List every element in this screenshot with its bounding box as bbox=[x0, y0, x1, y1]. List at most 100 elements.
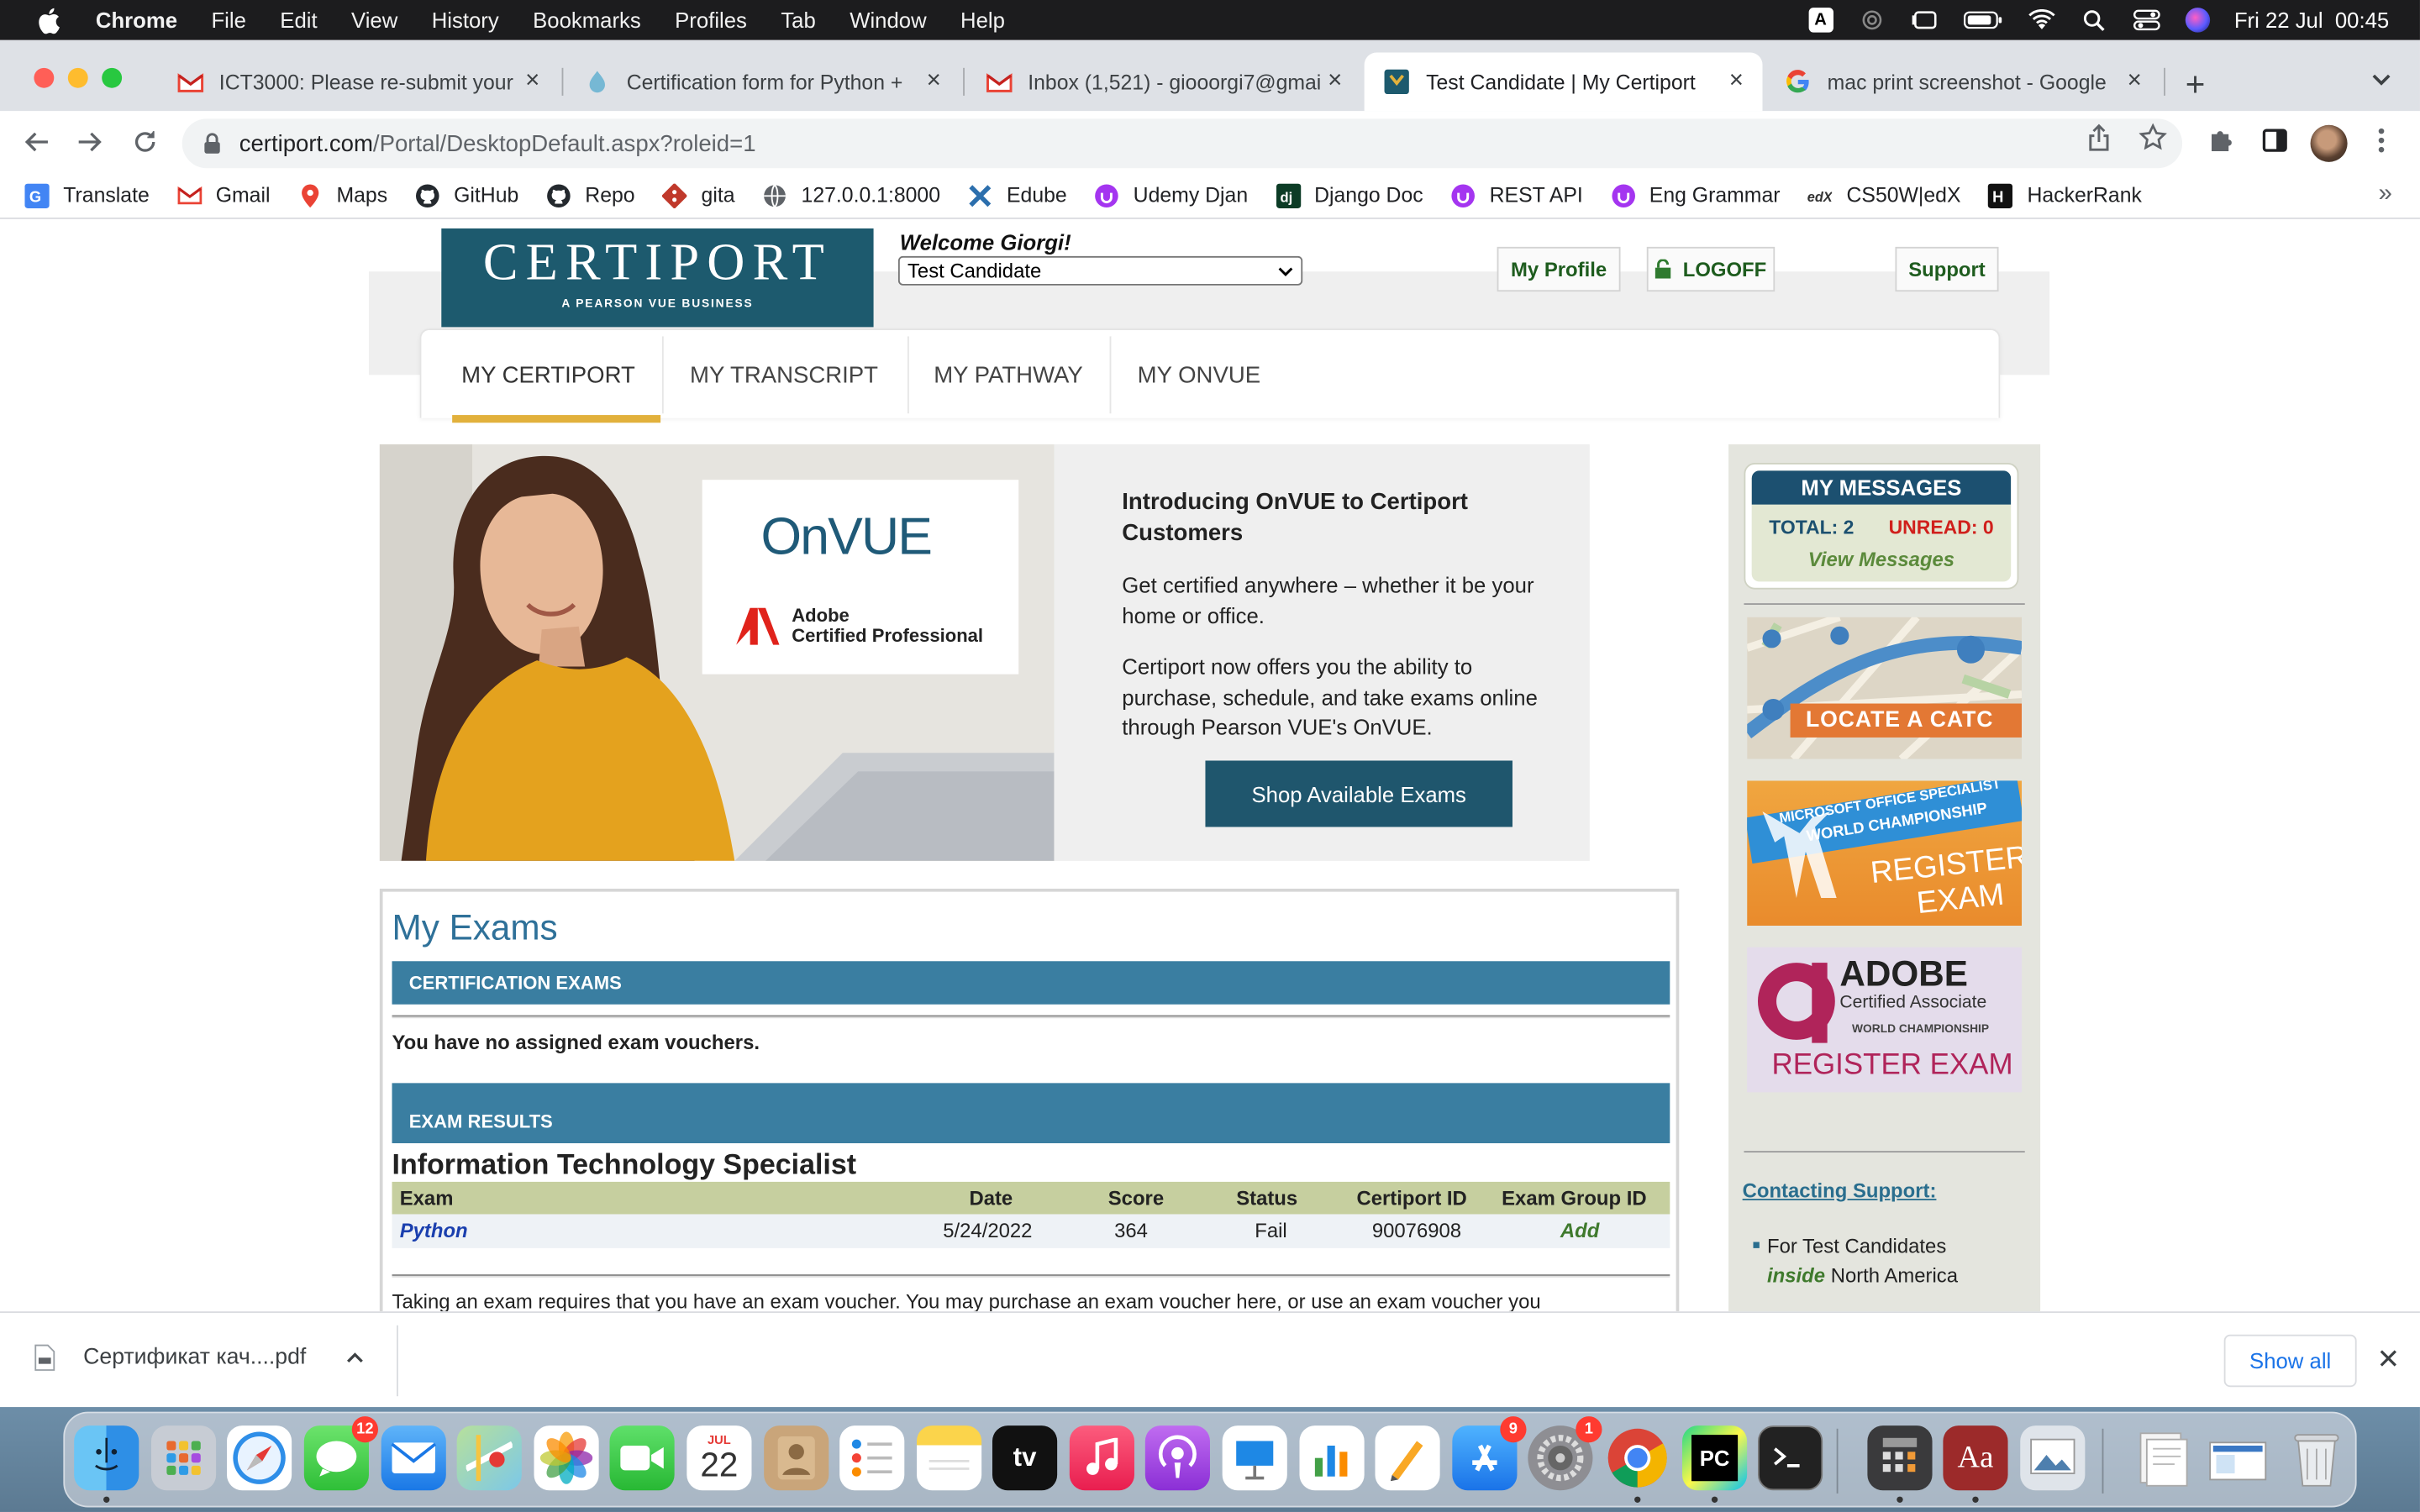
window-close-button[interactable] bbox=[34, 67, 55, 88]
bookmark-edube[interactable]: Edube bbox=[968, 183, 1067, 207]
bookmark-rest-api[interactable]: REST API bbox=[1451, 183, 1583, 207]
chrome-icon[interactable] bbox=[1605, 1425, 1670, 1490]
reload-icon[interactable] bbox=[129, 127, 160, 158]
app-store-icon[interactable]: 9 bbox=[1452, 1416, 1527, 1491]
address-bar[interactable]: certiport.com/Portal/DesktopDefault.aspx… bbox=[182, 118, 2183, 169]
tab-google-search[interactable]: mac print screenshot - Google × bbox=[1765, 52, 2160, 111]
control-center-icon[interactable] bbox=[2133, 9, 2160, 31]
calculator-icon[interactable] bbox=[1867, 1425, 1933, 1491]
window-minimize-button[interactable] bbox=[67, 67, 88, 88]
tab-inbox[interactable]: Inbox (1,521) - giooorgi7@gmail × bbox=[966, 52, 1361, 111]
facetime-icon[interactable] bbox=[609, 1425, 675, 1491]
share-icon[interactable] bbox=[2086, 123, 2111, 159]
bookmark-gita[interactable]: gita bbox=[662, 182, 735, 208]
menu-profiles[interactable]: Profiles bbox=[675, 8, 747, 32]
tab-close-icon[interactable]: × bbox=[2121, 68, 2149, 96]
support-button[interactable]: Support bbox=[1895, 246, 1999, 292]
launchpad-icon[interactable] bbox=[150, 1425, 217, 1491]
profile-avatar[interactable] bbox=[2310, 124, 2348, 162]
view-messages-link[interactable]: View Messages bbox=[1752, 548, 2012, 571]
locate-catc-banner[interactable]: LOCATE A CATC bbox=[1747, 617, 2023, 759]
certiport-logo[interactable]: CERTIPORT A PEARSON VUE BUSINESS bbox=[441, 228, 874, 328]
tab-my-onvue[interactable]: MY ONVUE bbox=[1113, 330, 1285, 420]
pycharm-icon[interactable]: PC bbox=[1682, 1425, 1748, 1491]
new-tab-plus-icon[interactable]: + bbox=[2186, 65, 2206, 105]
chevron-up-icon[interactable] bbox=[346, 1352, 365, 1364]
tab-close-icon[interactable]: × bbox=[518, 68, 546, 96]
terminal-icon[interactable] bbox=[1758, 1425, 1823, 1491]
window-zoom-button[interactable] bbox=[102, 67, 123, 88]
tab-close-icon[interactable]: × bbox=[1723, 68, 1750, 96]
airdrop-icon[interactable] bbox=[1858, 9, 1886, 31]
bookmark-cs50w[interactable]: edX CS50W|edX bbox=[1808, 183, 1961, 207]
stage-manager-icon[interactable] bbox=[1910, 9, 1938, 31]
menu-app-name[interactable]: Chrome bbox=[96, 8, 177, 32]
menu-clock[interactable]: Fri 22 Jul 00:45 bbox=[2234, 8, 2389, 32]
tab-my-transcript[interactable]: MY TRANSCRIPT bbox=[666, 330, 903, 420]
bookmark-maps[interactable]: Maps bbox=[298, 183, 387, 207]
show-all-downloads-button[interactable]: Show all bbox=[2223, 1334, 2357, 1388]
bookmark-django-doc[interactable]: dj Django Doc bbox=[1276, 182, 1423, 208]
add-exam-group-link[interactable]: Add bbox=[1560, 1219, 1599, 1242]
menu-tab[interactable]: Tab bbox=[781, 8, 815, 32]
adobe-championship-banner[interactable]: ADOBE Certified Associate WORLD CHAMPION… bbox=[1747, 947, 2023, 1093]
apple-tv-icon[interactable]: tv bbox=[992, 1425, 1058, 1491]
menu-history[interactable]: History bbox=[432, 8, 499, 32]
screenshots-stack-icon[interactable] bbox=[2207, 1425, 2271, 1490]
my-profile-button[interactable]: My Profile bbox=[1497, 246, 1621, 292]
mos-world-championship-banner[interactable]: MICROSOFT OFFICE SPECIALIST WORLD CHAMPI… bbox=[1747, 780, 2023, 927]
side-panel-icon[interactable] bbox=[2261, 127, 2289, 162]
lock-icon[interactable] bbox=[203, 133, 220, 155]
menu-help[interactable]: Help bbox=[960, 8, 1005, 32]
close-downloads-icon[interactable]: ✕ bbox=[2377, 1344, 2401, 1377]
messages-icon[interactable]: 12 bbox=[303, 1416, 378, 1491]
finder-icon[interactable] bbox=[74, 1425, 139, 1491]
notes-icon[interactable] bbox=[916, 1425, 982, 1491]
contacting-support-link[interactable]: Contacting Support: bbox=[1743, 1179, 1937, 1202]
tab-close-icon[interactable]: × bbox=[1321, 68, 1349, 96]
shop-available-exams-button[interactable]: Shop Available Exams bbox=[1205, 760, 1512, 827]
bookmark-github[interactable]: GitHub bbox=[415, 183, 518, 207]
menu-window[interactable]: Window bbox=[850, 8, 926, 32]
input-source-icon[interactable]: A bbox=[1807, 8, 1833, 33]
contacts-icon[interactable] bbox=[764, 1425, 829, 1491]
documents-folder-icon[interactable] bbox=[2130, 1425, 2195, 1490]
safari-icon[interactable] bbox=[226, 1425, 292, 1491]
menu-edit[interactable]: Edit bbox=[280, 8, 317, 32]
spotlight-search-icon[interactable] bbox=[2080, 9, 2107, 31]
system-preferences-icon[interactable]: 1 bbox=[1528, 1416, 1602, 1491]
podcasts-icon[interactable] bbox=[1144, 1425, 1210, 1491]
tab-close-icon[interactable]: × bbox=[920, 68, 948, 96]
bookmark-star-icon[interactable] bbox=[2139, 123, 2168, 159]
tab-ict3000[interactable]: ICT3000: Please re-submit your × bbox=[157, 52, 559, 111]
dictionary-icon[interactable]: Aa bbox=[1943, 1425, 2008, 1491]
numbers-icon[interactable] bbox=[1299, 1425, 1365, 1491]
preview-icon[interactable] bbox=[2020, 1425, 2086, 1491]
bookmark-repo[interactable]: Repo bbox=[546, 183, 635, 207]
kebab-menu-icon[interactable] bbox=[2377, 127, 2386, 162]
bookmark-translate[interactable]: G Translate bbox=[24, 182, 150, 208]
bookmark-eng-grammar[interactable]: Eng Grammar bbox=[1611, 183, 1781, 207]
calendar-icon[interactable]: JUL 22 bbox=[687, 1425, 752, 1491]
role-select[interactable]: Test Candidate bbox=[897, 255, 1303, 286]
bookmark-udemy-django[interactable]: Udemy Djan bbox=[1095, 183, 1248, 207]
trash-icon[interactable] bbox=[2284, 1425, 2349, 1490]
photos-icon[interactable] bbox=[534, 1425, 599, 1491]
menu-file[interactable]: File bbox=[211, 8, 245, 32]
tab-my-pathway[interactable]: MY PATHWAY bbox=[909, 330, 1107, 420]
menu-view[interactable]: View bbox=[351, 8, 397, 32]
back-arrow-icon[interactable] bbox=[22, 127, 53, 158]
tab-my-certiport[interactable]: MY CERTIPORT bbox=[437, 330, 660, 423]
bookmark-hackerrank[interactable]: H HackerRank bbox=[1988, 182, 2142, 208]
tab-my-certiport[interactable]: Test Candidate | My Certiport × bbox=[1364, 52, 1763, 112]
menu-bookmarks[interactable]: Bookmarks bbox=[533, 8, 641, 32]
siri-icon[interactable] bbox=[2185, 8, 2210, 33]
forward-arrow-icon[interactable] bbox=[74, 127, 105, 158]
tab-certification-form[interactable]: Certification form for Python + × bbox=[565, 52, 960, 111]
wifi-icon[interactable] bbox=[2028, 9, 2055, 31]
bookmark-localhost[interactable]: 127.0.0.1:8000 bbox=[763, 183, 940, 207]
bookmark-gmail[interactable]: Gmail bbox=[177, 183, 271, 207]
keynote-icon[interactable] bbox=[1222, 1425, 1287, 1491]
reminders-icon[interactable] bbox=[839, 1425, 905, 1491]
music-icon[interactable] bbox=[1069, 1425, 1134, 1491]
